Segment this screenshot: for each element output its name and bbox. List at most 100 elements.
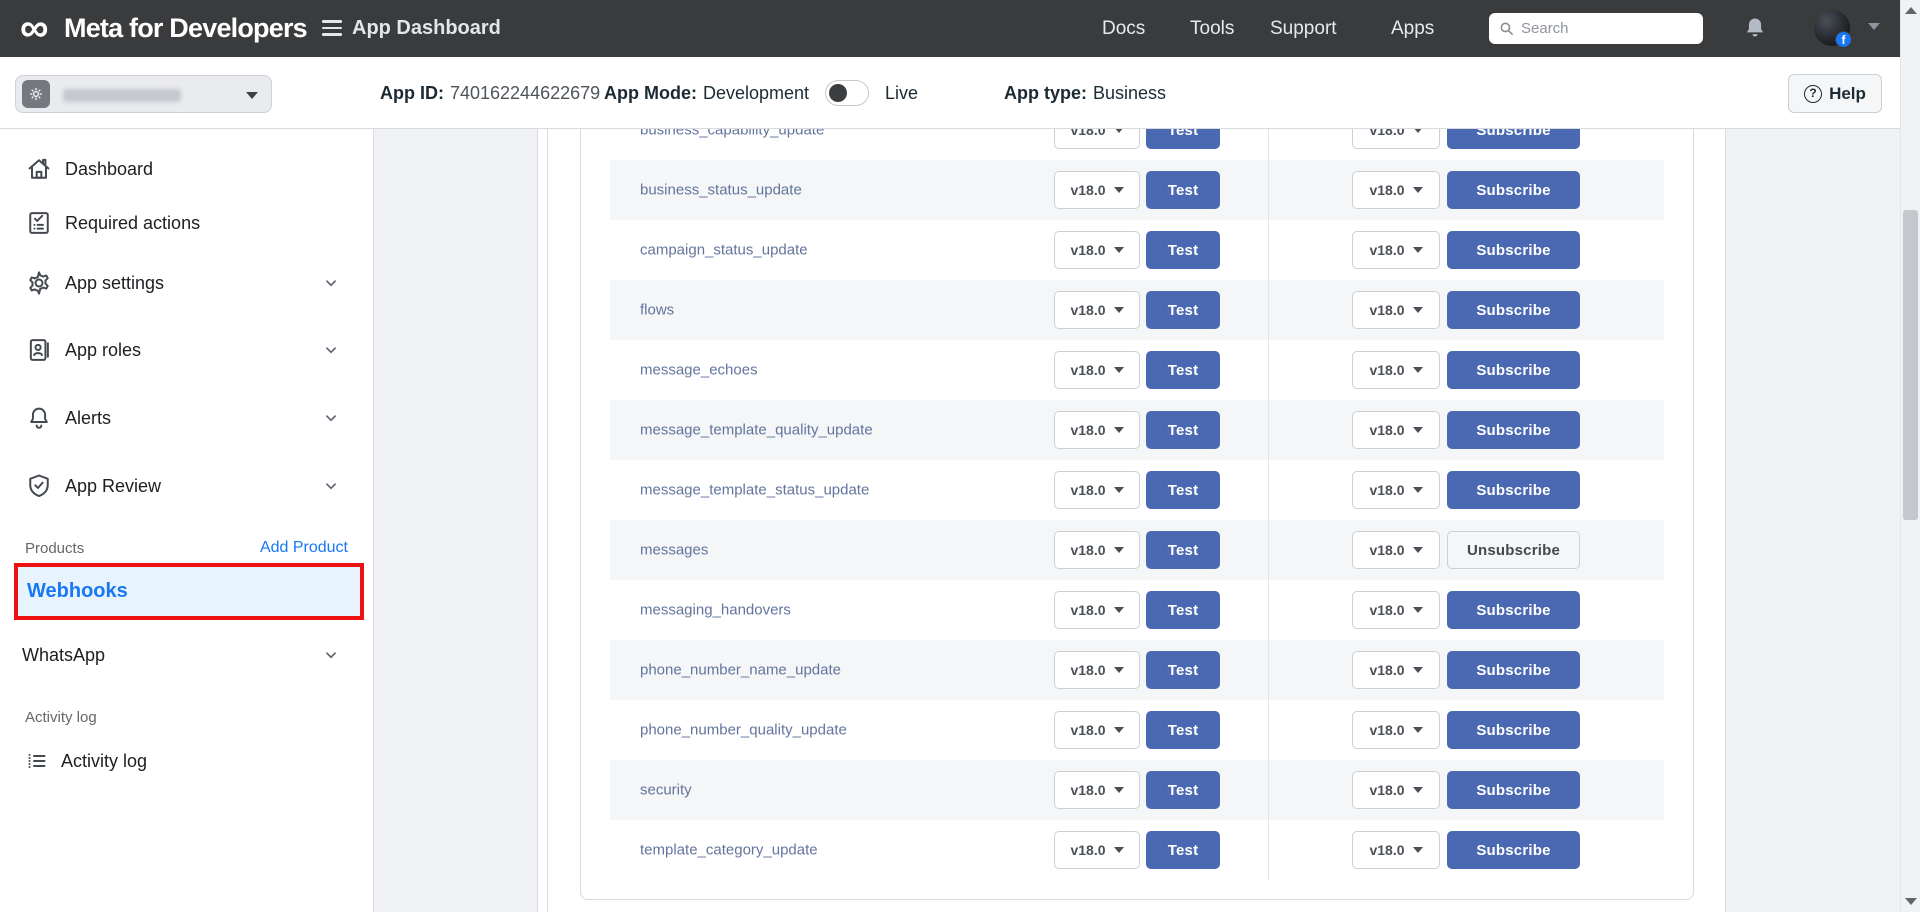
sidebar-item-whatsapp[interactable]: WhatsApp [0, 633, 374, 677]
nav-link-support[interactable]: Support [1270, 0, 1337, 57]
test-button[interactable]: Test [1146, 771, 1220, 809]
webhook-field-link[interactable]: phone_number_name_update [640, 662, 841, 679]
nav-link-apps[interactable]: Apps [1391, 0, 1434, 57]
webhook-fields-table: business_capability_updatev18.0Testv18.0… [610, 100, 1664, 880]
test-button[interactable]: Test [1146, 351, 1220, 389]
app-mode-toggle[interactable] [825, 80, 869, 106]
add-product-link[interactable]: Add Product [260, 539, 348, 557]
subscribe-button[interactable]: Subscribe [1447, 171, 1580, 209]
webhook-field-link[interactable]: messages [640, 542, 708, 559]
subscribe-version-dropdown[interactable]: v18.0 [1352, 831, 1440, 869]
subscribe-button[interactable]: Subscribe [1447, 831, 1580, 869]
test-version-dropdown[interactable]: v18.0 [1054, 831, 1140, 869]
sidebar-item-app-roles[interactable]: App roles [0, 328, 374, 372]
chevron-down-icon [322, 341, 340, 359]
subscribe-button[interactable]: Subscribe [1447, 651, 1580, 689]
test-version-dropdown[interactable]: v18.0 [1054, 651, 1140, 689]
test-version-dropdown[interactable]: v18.0 [1054, 471, 1140, 509]
subscribe-button[interactable]: Subscribe [1447, 591, 1580, 629]
sidebar-item-required-actions[interactable]: Required actions [0, 201, 374, 245]
subscribe-version-dropdown[interactable]: v18.0 [1352, 591, 1440, 629]
chevron-down-icon [322, 477, 340, 495]
unsubscribe-button[interactable]: Unsubscribe [1447, 531, 1580, 569]
test-version-dropdown[interactable]: v18.0 [1054, 171, 1140, 209]
facebook-badge-icon: f [1835, 31, 1852, 48]
sidebar-item-app-settings[interactable]: App settings [0, 261, 374, 305]
webhook-field-link[interactable]: flows [640, 302, 674, 319]
inner-scrollbar-track [537, 129, 548, 912]
table-row: message_template_quality_updatev18.0Test… [610, 400, 1664, 460]
test-button[interactable]: Test [1146, 471, 1220, 509]
subscribe-version-dropdown[interactable]: v18.0 [1352, 711, 1440, 749]
test-button[interactable]: Test [1146, 291, 1220, 329]
subscribe-button[interactable]: Subscribe [1447, 411, 1580, 449]
test-button[interactable]: Test [1146, 531, 1220, 569]
test-version-dropdown[interactable]: v18.0 [1054, 531, 1140, 569]
caret-down-icon [1114, 547, 1124, 553]
subscribe-version-dropdown[interactable]: v18.0 [1352, 771, 1440, 809]
app-dashboard-menu[interactable]: App Dashboard [352, 0, 501, 57]
webhook-field-link[interactable]: campaign_status_update [640, 242, 808, 259]
webhook-field-link[interactable]: phone_number_quality_update [640, 722, 847, 739]
sidebar-item-webhooks[interactable]: Webhooks [18, 567, 360, 616]
subscribe-button[interactable]: Subscribe [1447, 231, 1580, 269]
test-button[interactable]: Test [1146, 651, 1220, 689]
top-navbar: ∞ Meta for Developers App Dashboard Docs… [0, 0, 1920, 57]
help-button[interactable]: ? Help [1788, 74, 1882, 113]
subscribe-version-dropdown[interactable]: v18.0 [1352, 351, 1440, 389]
subscribe-version-dropdown[interactable]: v18.0 [1352, 651, 1440, 689]
subscribe-version-dropdown[interactable]: v18.0 [1352, 171, 1440, 209]
search-box [1489, 13, 1703, 44]
subscribe-version-dropdown[interactable]: v18.0 [1352, 231, 1440, 269]
notifications-bell-icon[interactable] [1742, 15, 1768, 41]
subscribe-version-dropdown[interactable]: v18.0 [1352, 291, 1440, 329]
user-avatar[interactable]: f [1814, 10, 1850, 46]
webhook-field-link[interactable]: messaging_handovers [640, 602, 791, 619]
caret-down-icon [1413, 847, 1423, 853]
webhook-field-link[interactable]: template_category_update [640, 842, 818, 859]
subscribe-button[interactable]: Subscribe [1447, 711, 1580, 749]
webhook-field-link[interactable]: security [640, 782, 692, 799]
test-button[interactable]: Test [1146, 711, 1220, 749]
test-version-dropdown[interactable]: v18.0 [1054, 411, 1140, 449]
subscribe-button[interactable]: Subscribe [1447, 471, 1580, 509]
test-button[interactable]: Test [1146, 831, 1220, 869]
test-version-dropdown[interactable]: v18.0 [1054, 591, 1140, 629]
sidebar-item-dashboard[interactable]: Dashboard [0, 147, 374, 191]
subscribe-button[interactable]: Subscribe [1447, 771, 1580, 809]
meta-logo-icon[interactable]: ∞ [20, 2, 49, 55]
account-caret-down-icon[interactable] [1868, 23, 1880, 30]
activity-log-label: Activity log [61, 751, 147, 772]
scrollbar-thumb[interactable] [1903, 210, 1918, 520]
test-button[interactable]: Test [1146, 411, 1220, 449]
brand-title[interactable]: Meta for Developers [64, 0, 307, 57]
nav-link-tools[interactable]: Tools [1190, 0, 1234, 57]
nav-link-docs[interactable]: Docs [1102, 0, 1145, 57]
test-version-dropdown[interactable]: v18.0 [1054, 291, 1140, 329]
hamburger-menu-icon[interactable] [322, 20, 342, 36]
sidebar-item-activity-log[interactable]: Activity log [0, 739, 374, 783]
test-version-dropdown[interactable]: v18.0 [1054, 231, 1140, 269]
subscribe-button[interactable]: Subscribe [1447, 351, 1580, 389]
subscribe-version-dropdown[interactable]: v18.0 [1352, 471, 1440, 509]
test-version-dropdown[interactable]: v18.0 [1054, 351, 1140, 389]
scroll-up-arrow-icon[interactable] [1905, 7, 1917, 14]
webhook-field-link[interactable]: message_template_status_update [640, 482, 869, 499]
subscribe-button[interactable]: Subscribe [1447, 291, 1580, 329]
webhook-field-link[interactable]: business_status_update [640, 182, 802, 199]
scroll-down-arrow-icon[interactable] [1905, 898, 1917, 905]
app-selector-dropdown[interactable] [15, 75, 272, 113]
test-version-dropdown[interactable]: v18.0 [1054, 711, 1140, 749]
sidebar-item-app-review[interactable]: App Review [0, 464, 374, 508]
subscribe-version-dropdown[interactable]: v18.0 [1352, 411, 1440, 449]
search-input[interactable] [1521, 13, 1697, 44]
subscribe-version-dropdown[interactable]: v18.0 [1352, 531, 1440, 569]
webhook-field-link[interactable]: message_template_quality_update [640, 422, 873, 439]
sidebar-item-alerts[interactable]: Alerts [0, 396, 374, 440]
test-button[interactable]: Test [1146, 591, 1220, 629]
window-scrollbar [1900, 0, 1920, 912]
webhook-field-link[interactable]: message_echoes [640, 362, 758, 379]
test-button[interactable]: Test [1146, 231, 1220, 269]
test-version-dropdown[interactable]: v18.0 [1054, 771, 1140, 809]
test-button[interactable]: Test [1146, 171, 1220, 209]
